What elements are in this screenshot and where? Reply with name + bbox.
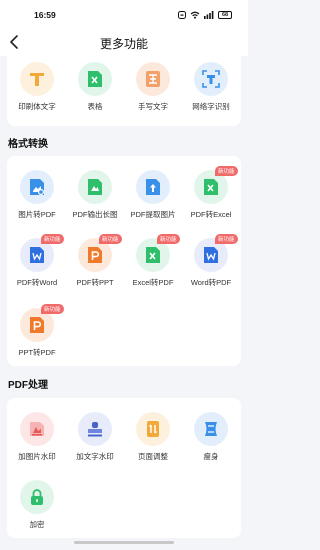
new-feature-badge: 新功能 <box>215 166 238 176</box>
new-feature-badge: 新功能 <box>41 234 64 244</box>
status-icons: 68 <box>178 10 232 20</box>
tool-label: 印刷体文字 <box>18 102 56 111</box>
section-title-pdf: PDF处理 <box>8 380 48 391</box>
battery-level: 68 <box>221 12 229 18</box>
tool-pdf-extract-image[interactable]: PDF提取图片 <box>124 170 182 220</box>
tool-pdf-long-image[interactable]: PDF输出长图 <box>66 170 124 220</box>
tool-label: PPT转PDF <box>18 348 56 357</box>
excel-icon <box>88 71 102 87</box>
pdf-long-image-icon <box>88 179 102 195</box>
excel-icon <box>204 179 218 195</box>
excel-icon <box>146 247 160 263</box>
new-feature-badge: 新功能 <box>41 304 64 314</box>
tool-label: PDF提取图片 <box>130 210 176 219</box>
tool-label: 页面调整 <box>138 452 168 461</box>
lock-icon <box>31 489 43 505</box>
format-card: 图片转PDF PDF输出长图 PDF提取图片 新功能 PDF转Excel 新功能… <box>7 156 241 366</box>
tool-label: PDF转Word <box>16 278 58 287</box>
compress-icon <box>205 422 217 436</box>
image-watermark-icon <box>30 422 44 436</box>
tool-label: 图片转PDF <box>18 210 56 219</box>
tool-word-to-pdf[interactable]: 新功能 Word转PDF <box>182 234 240 288</box>
tool-encrypt[interactable]: 加密 <box>8 480 66 530</box>
tool-excel-to-pdf[interactable]: 新功能 Excel转PDF <box>124 234 182 288</box>
tool-compress[interactable]: 瘦身 <box>182 412 240 462</box>
image-to-pdf-icon <box>30 179 44 195</box>
text-watermark-icon <box>88 422 102 437</box>
tool-label: PDF输出长图 <box>72 210 118 219</box>
scan-text-icon <box>202 70 220 88</box>
tool-pdf-to-word[interactable]: 新功能 PDF转Word <box>8 234 66 288</box>
tool-handwriting[interactable]: 手写文字 <box>124 62 182 112</box>
ppt-icon <box>30 317 44 333</box>
tool-label: 加图片水印 <box>18 452 56 461</box>
tool-page-adjust[interactable]: 页面调整 <box>124 412 182 462</box>
letter-t-icon <box>30 73 44 86</box>
word-icon <box>30 247 44 263</box>
tool-pdf-to-ppt[interactable]: 新功能 PDF转PPT <box>66 234 124 288</box>
new-feature-badge: 新功能 <box>99 234 122 244</box>
dnd-icon <box>178 11 186 19</box>
tool-label: 加文字水印 <box>76 452 114 461</box>
tool-label: 表格 <box>87 102 103 111</box>
pdf-card: 加图片水印 加文字水印 页面调整 瘦身 加密 <box>7 398 241 538</box>
tool-web-text[interactable]: 网络字识别 <box>182 62 240 112</box>
tool-image-to-pdf[interactable]: 图片转PDF <box>8 170 66 220</box>
ppt-icon <box>88 247 102 263</box>
status-bar: 16:59 68 <box>0 0 248 30</box>
tool-label: PDF转Excel <box>190 210 232 219</box>
tool-text-watermark[interactable]: 加文字水印 <box>66 412 124 462</box>
tool-image-watermark[interactable]: 加图片水印 <box>8 412 66 462</box>
status-time: 16:59 <box>34 10 56 20</box>
home-indicator[interactable] <box>74 541 174 544</box>
tool-ppt-to-pdf[interactable]: 新功能 PPT转PDF <box>8 304 66 358</box>
battery-icon: 68 <box>218 11 232 19</box>
tool-label: 瘦身 <box>203 452 219 461</box>
wifi-icon <box>190 11 200 19</box>
tool-table[interactable]: 表格 <box>66 62 124 112</box>
page-title: 更多功能 <box>99 37 148 51</box>
handwriting-icon <box>146 71 160 87</box>
tool-print-text[interactable]: 印刷体文字 <box>8 62 66 112</box>
signal-icon <box>204 11 214 19</box>
tool-label: 网络字识别 <box>192 102 230 111</box>
app-header: 更多功能 <box>0 30 248 56</box>
new-feature-badge: 新功能 <box>215 234 238 244</box>
tool-label: Word转PDF <box>190 278 232 287</box>
page-adjust-icon <box>147 421 159 437</box>
pdf-extract-image-icon <box>146 179 160 195</box>
tool-pdf-to-excel[interactable]: 新功能 PDF转Excel <box>182 166 240 220</box>
word-icon <box>204 247 218 263</box>
tool-label: PDF转PPT <box>76 278 114 287</box>
tool-label: 加密 <box>29 520 45 529</box>
tool-label: Excel转PDF <box>132 278 174 287</box>
top-tools-card: 印刷体文字 表格 手写文字 网络字识别 <box>7 56 241 126</box>
section-title-format: 格式转换 <box>8 139 48 150</box>
new-feature-badge: 新功能 <box>157 234 180 244</box>
tool-label: 手写文字 <box>138 102 168 111</box>
